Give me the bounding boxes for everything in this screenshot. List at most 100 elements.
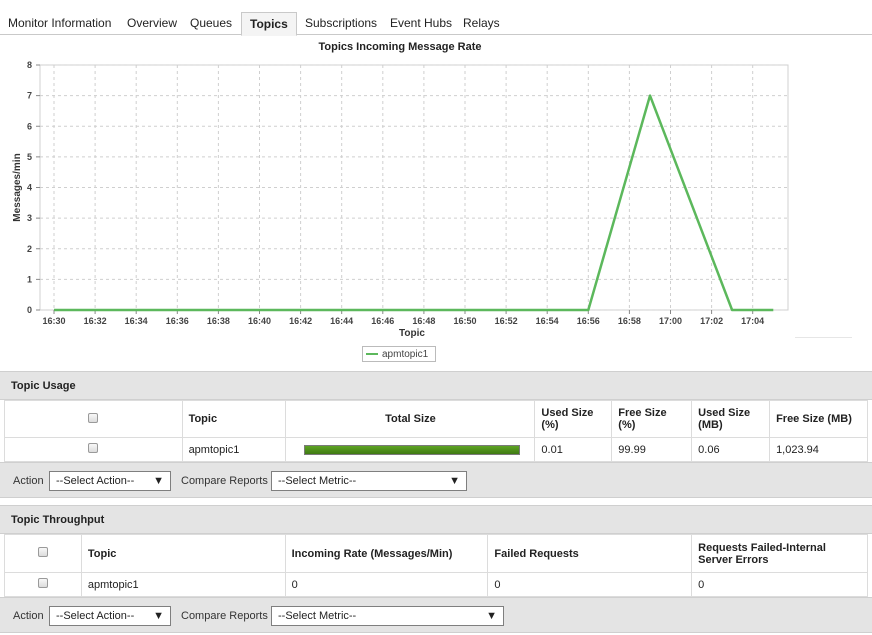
y-tick-label: 6 — [27, 121, 32, 131]
x-tick-label: 16:54 — [536, 316, 559, 326]
x-tick-label: 16:36 — [166, 316, 189, 326]
total-size-bar — [304, 444, 521, 455]
y-tick-label: 5 — [27, 152, 32, 162]
cell-used-size-mb: 0.06 — [691, 437, 771, 462]
cell-topic[interactable]: apmtopic1 — [80, 572, 286, 597]
y-tick-label: 0 — [27, 305, 32, 315]
select-all-cell — [4, 400, 183, 438]
legend-swatch — [366, 353, 378, 355]
cell-failed-internal: 0 — [691, 572, 868, 597]
y-tick-label: 7 — [27, 91, 32, 101]
chart-title: Topics Incoming Message Rate — [318, 41, 482, 53]
y-tick-label: 4 — [27, 183, 32, 193]
dropdown-arrow-icon: ▼ — [153, 475, 164, 487]
cell-topic[interactable]: apmtopic1 — [181, 437, 287, 462]
x-tick-label: 16:56 — [577, 316, 600, 326]
compare-metric-select[interactable]: --Select Metric-- ▼ — [271, 606, 504, 626]
table-header-row: Topic Total Size Used Size (%) Free Size… — [4, 400, 868, 438]
header-free-size-pct[interactable]: Free Size (%) — [611, 400, 693, 438]
select-all-checkbox[interactable] — [37, 547, 48, 557]
x-tick-label: 16:46 — [371, 316, 394, 326]
x-tick-label: 16:48 — [412, 316, 435, 326]
compare-reports-label: Compare Reports — [181, 475, 268, 487]
x-tick-label: 16:34 — [125, 316, 148, 326]
action-select[interactable]: --Select Action-- ▼ — [49, 471, 171, 491]
header-incoming-rate[interactable]: Incoming Rate (Messages/Min) — [284, 534, 489, 573]
action-label: Action — [13, 475, 44, 487]
header-topic[interactable]: Topic — [181, 400, 287, 438]
header-failed-internal[interactable]: Requests Failed-Internal Server Errors — [691, 534, 868, 573]
topic-throughput-title: Topic Throughput — [11, 514, 105, 526]
tab-overview[interactable]: Overview — [119, 12, 185, 35]
x-tick-label: 16:30 — [42, 316, 65, 326]
cell-failed-requests: 0 — [487, 572, 693, 597]
x-tick-label: 16:40 — [248, 316, 271, 326]
legend-label: apmtopic1 — [382, 348, 429, 360]
compare-metric-select-value: --Select Metric-- — [278, 610, 357, 622]
compare-metric-select[interactable]: --Select Metric-- ▼ — [271, 471, 467, 491]
select-all-checkbox[interactable] — [88, 412, 99, 423]
compare-metric-select-value: --Select Metric-- — [278, 475, 357, 487]
dropdown-arrow-icon: ▼ — [153, 610, 164, 622]
header-free-size-mb[interactable]: Free Size (MB) — [769, 400, 868, 438]
compare-reports-label: Compare Reports — [181, 610, 268, 622]
topic-throughput-action-bar: Action --Select Action-- ▼ Compare Repor… — [0, 597, 872, 633]
y-tick-label: 2 — [27, 244, 32, 254]
x-tick-label: 16:44 — [330, 316, 353, 326]
table-row: apmtopic1 0.01 99.99 0.06 1,023.94 — [4, 437, 868, 462]
header-total-size[interactable]: Total Size — [285, 400, 536, 438]
total-size-bar-fill — [305, 445, 520, 454]
x-axis-label: Topic — [399, 328, 425, 339]
x-tick-label: 16:42 — [289, 316, 312, 326]
action-select-value: --Select Action-- — [56, 475, 135, 487]
cell-used-size-pct: 0.01 — [534, 437, 613, 462]
tab-event-hubs[interactable]: Event Hubs — [382, 12, 460, 35]
y-tick-label: 3 — [27, 213, 32, 223]
select-all-cell — [4, 534, 82, 573]
cell-incoming-rate: 0 — [284, 572, 489, 597]
topic-usage-header: Topic Usage — [0, 371, 872, 400]
tab-relays[interactable]: Relays — [455, 12, 508, 35]
tab-bar: Monitor Information Overview Queues Topi… — [0, 12, 872, 36]
cell-free-size-mb: 1,023.94 — [769, 437, 868, 462]
y-axis-label: Messages/min — [12, 153, 23, 221]
header-failed-requests[interactable]: Failed Requests — [487, 534, 693, 573]
tab-topics[interactable]: Topics — [241, 12, 297, 36]
header-used-size-mb[interactable]: Used Size (MB) — [691, 400, 771, 438]
x-tick-label: 16:58 — [618, 316, 641, 326]
x-tick-label: 17:02 — [700, 316, 723, 326]
dropdown-arrow-icon: ▼ — [449, 475, 460, 487]
action-select[interactable]: --Select Action-- ▼ — [49, 606, 171, 626]
y-tick-label: 8 — [27, 60, 32, 70]
x-tick-label: 17:00 — [659, 316, 682, 326]
row-checkbox[interactable] — [88, 443, 99, 453]
topic-throughput-table: Topic Incoming Rate (Messages/Min) Faile… — [4, 534, 868, 597]
tab-subscriptions[interactable]: Subscriptions — [297, 12, 385, 35]
header-used-size-pct[interactable]: Used Size (%) — [534, 400, 613, 438]
action-select-value: --Select Action-- — [56, 610, 135, 622]
x-tick-label: 16:50 — [453, 316, 476, 326]
row-select-cell — [4, 572, 82, 597]
table-row: apmtopic1 0 0 0 — [4, 572, 868, 597]
topic-usage-action-bar: Action --Select Action-- ▼ Compare Repor… — [0, 462, 872, 498]
incoming-message-rate-chart: 0 1 2 3 4 5 6 7 8 16:30 16:32 16:34 16:36 16:38 16:40 1… — [12, 60, 789, 339]
topic-usage-title: Topic Usage — [11, 380, 76, 392]
header-topic[interactable]: Topic — [80, 534, 286, 573]
row-select-cell — [4, 437, 183, 462]
x-tick-label: 16:32 — [84, 316, 107, 326]
y-tick-label: 1 — [27, 274, 32, 284]
tab-queues[interactable]: Queues — [182, 12, 240, 35]
action-label: Action — [13, 610, 44, 622]
row-checkbox[interactable] — [37, 578, 48, 588]
cell-free-size-pct: 99.99 — [611, 437, 693, 462]
x-tick-label: 17:04 — [741, 316, 764, 326]
x-tick-label: 16:38 — [207, 316, 230, 326]
cell-total-size — [285, 437, 536, 462]
dropdown-arrow-icon: ▼ — [486, 610, 497, 622]
chart-legend[interactable]: apmtopic1 — [362, 346, 436, 362]
table-header-row: Topic Incoming Rate (Messages/Min) Faile… — [4, 534, 868, 573]
topic-throughput-header: Topic Throughput — [0, 505, 872, 534]
tab-monitor-information[interactable]: Monitor Information — [0, 12, 119, 35]
x-tick-label: 16:52 — [495, 316, 518, 326]
topic-usage-table: Topic Total Size Used Size (%) Free Size… — [4, 400, 868, 462]
